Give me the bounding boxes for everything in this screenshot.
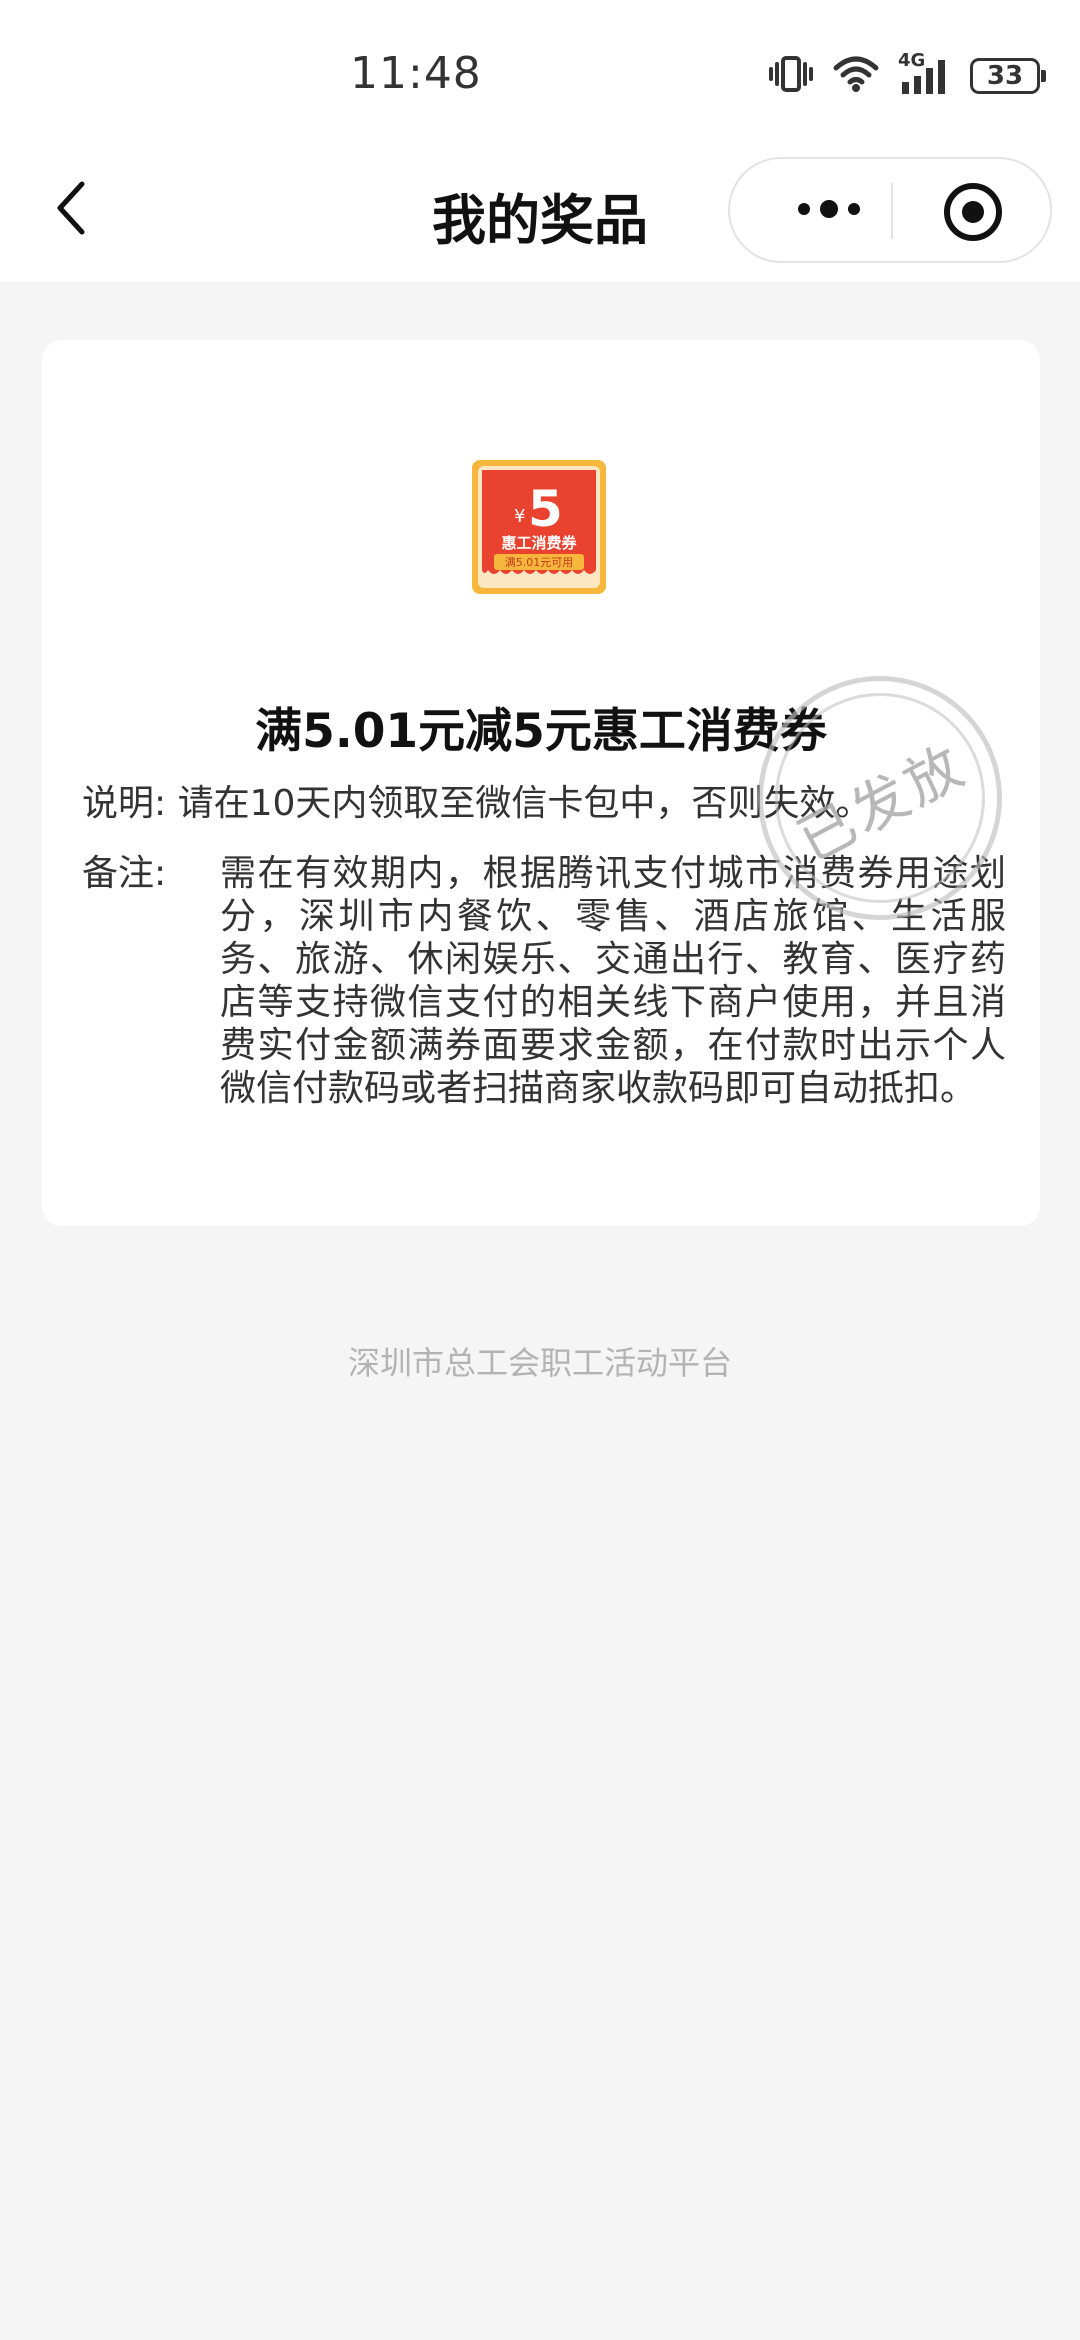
coupon-currency: ¥ xyxy=(514,506,525,527)
description-label: 说明: xyxy=(82,783,167,824)
vibrate-icon xyxy=(768,54,814,98)
target-circle-icon xyxy=(942,183,1004,247)
more-dots-icon xyxy=(794,199,864,223)
status-icons: 4G 33 xyxy=(768,50,1046,98)
footer-text: 深圳市总工会职工活动平台 xyxy=(347,1344,732,1382)
more-button[interactable] xyxy=(774,189,884,233)
note-label: 备注: xyxy=(82,853,167,894)
prize-card: ¥ 5 惠工消费券 满5.01元可用 满5.01元减5元惠工消费券 说明: 请在… xyxy=(42,340,1040,1226)
capsule-divider xyxy=(891,183,893,239)
coupon-amount: 5 xyxy=(528,480,563,538)
mini-program-capsule xyxy=(728,157,1052,263)
signal-icon: 4G xyxy=(898,50,952,96)
status-time: 11:48 xyxy=(350,48,482,99)
coupon-condition: 满5.01元可用 xyxy=(505,556,574,569)
battery-indicator: 33 xyxy=(970,58,1046,94)
coupon-image: ¥ 5 惠工消费券 满5.01元可用 xyxy=(470,458,608,596)
wifi-icon xyxy=(832,54,880,98)
close-mini-program-button[interactable] xyxy=(942,181,1004,243)
header-area: 11:48 4G 33 我的奖品 xyxy=(0,0,1080,282)
description-row: 说明: 请在10天内领取至微信卡包中，否则失效。 xyxy=(82,782,871,825)
coupon-name: 惠工消费券 xyxy=(501,534,577,552)
issued-stamp: 已发放 xyxy=(758,676,1002,920)
